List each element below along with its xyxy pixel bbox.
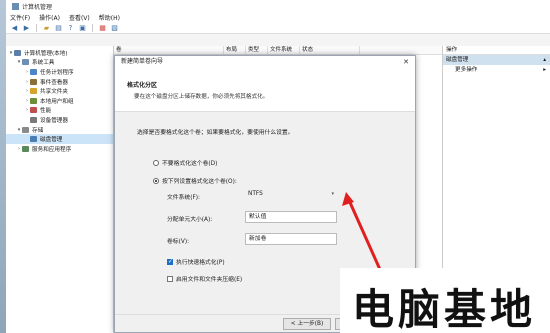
tree-node-icon: [30, 78, 37, 85]
window-title: 计算机管理: [22, 3, 53, 11]
wizard-heading: 格式化分区: [127, 82, 158, 89]
actions-section-label: 磁盘管理: [446, 57, 469, 63]
quick-format-check[interactable]: [167, 258, 173, 265]
column-status[interactable]: 状态: [300, 46, 360, 54]
help-icon[interactable]: ?: [66, 23, 75, 32]
compression-label: 启用文件和文件夹压缩(E): [176, 277, 243, 283]
toolbar-divider: [92, 23, 93, 32]
submenu-arrow-icon: ▸: [543, 67, 546, 73]
column-volume[interactable]: 卷: [114, 46, 224, 54]
arrow-shaft: [346, 197, 384, 275]
tree-item-label: 计算机管理(本地): [24, 50, 68, 57]
tree-node-icon: [22, 59, 29, 66]
tree-item[interactable]: ▾ 系统工具: [6, 58, 113, 68]
wizard-subheading: 要在这个磁盘分区上储存数据，你必须先将其格式化。: [134, 94, 269, 100]
tree-item[interactable]: ▾ 计算机管理(本地): [6, 48, 113, 58]
more-actions-label: 更多操作: [455, 67, 478, 73]
up-folder-icon[interactable]: ▰: [42, 23, 51, 32]
wizard-instruction: 选择是否要格式化这个卷；如果要格式化，要使用什么设置。: [137, 130, 294, 136]
filesystem-label: 文件系统(F):: [167, 195, 200, 201]
quick-format-label: 执行快速格式化(P): [176, 260, 225, 266]
actions-header: 操作: [443, 46, 550, 55]
tree-node-icon: [22, 145, 29, 152]
wizard-header: 格式化分区 要在这个磁盘分区上储存数据，你必须先将其格式化。: [115, 68, 415, 112]
tree-item[interactable]: › 任务计划程序: [6, 67, 113, 77]
toolbar: ◀ ▶ ▰ ▤ ? ▣ ▦ ▧: [6, 22, 550, 34]
tree-node-icon: [30, 116, 37, 123]
tree-item[interactable]: 设备管理器: [6, 115, 113, 125]
tree-item[interactable]: 磁盘管理: [6, 134, 113, 144]
show-hide-tree-icon[interactable]: ▤: [54, 23, 63, 32]
quick-format-checkbox[interactable]: 执行快速格式化(P): [167, 257, 225, 266]
tree-node-icon: [30, 107, 37, 114]
radio-no-format[interactable]: 不要格式化这个卷(D): [153, 158, 217, 167]
tree-item-label: 任务计划程序: [40, 69, 74, 76]
menu-action[interactable]: 操作(A): [39, 13, 60, 22]
back-button[interactable]: < 上一步(B): [283, 318, 331, 330]
radio-format-label: 按下列设置格式化这个卷(O):: [162, 179, 237, 185]
tree-item[interactable]: › 共享文件夹: [6, 86, 113, 96]
tree-item-label: 磁盘管理: [40, 137, 63, 144]
tree-item[interactable]: › 性能: [6, 106, 113, 116]
console-icon[interactable]: ▣: [78, 23, 87, 32]
volume-label-label: 卷标(V):: [167, 239, 190, 245]
tree-item[interactable]: › 本地用户和组: [6, 96, 113, 106]
actions-section-disk-management[interactable]: 磁盘管理 ▴: [443, 55, 550, 65]
tree-item-label: 性能: [40, 108, 52, 115]
column-layout[interactable]: 布局: [224, 46, 246, 54]
volume-label-value: 新加卷: [249, 236, 267, 242]
radio-format[interactable]: 按下列设置格式化这个卷(O):: [153, 176, 237, 185]
watermark-text: 电脑基地: [352, 285, 537, 333]
tree-item-label: 设备管理器: [40, 117, 68, 124]
more-actions-item[interactable]: 更多操作 ▸: [443, 65, 550, 75]
collapse-arrow-icon[interactable]: ▴: [543, 55, 546, 65]
menu-bar: 文件(F) 操作(A) 查看(V) 帮助(H): [6, 12, 550, 22]
allocation-unit-label: 分配单元大小(A):: [167, 217, 213, 223]
close-icon[interactable]: ✕: [403, 56, 409, 68]
properties-icon[interactable]: ▦: [98, 23, 107, 32]
tree-node-icon: [30, 97, 37, 104]
tree-node-icon: [30, 88, 37, 95]
radio-button-format[interactable]: [153, 177, 159, 184]
title-bar: 计算机管理: [6, 0, 550, 12]
wizard-title: 新建简单卷向导: [121, 58, 164, 65]
tree-node-icon: [14, 49, 21, 56]
back-arrow-icon[interactable]: ◀: [10, 23, 19, 32]
menu-file[interactable]: 文件(F): [10, 13, 30, 22]
tree-item-label: 存储: [32, 127, 44, 134]
tree-item[interactable]: ▾ 存储: [6, 125, 113, 135]
tree-item-label: 服务和应用程序: [32, 146, 72, 153]
radio-no-format-label: 不要格式化这个卷(D): [162, 161, 218, 167]
column-filesystem[interactable]: 文件系统: [268, 46, 300, 54]
annotation-arrow-icon: [342, 192, 384, 275]
tree-node-icon: [30, 68, 37, 75]
tree-item-label: 共享文件夹: [40, 89, 68, 96]
allocation-unit-value: 默认值: [249, 214, 267, 220]
compression-check[interactable]: [167, 275, 173, 282]
filesystem-value: NTFS: [248, 191, 263, 197]
tree-item-label: 事件查看器: [40, 79, 68, 86]
computer-management-icon: [12, 2, 19, 10]
radio-button-no-format[interactable]: [153, 159, 159, 166]
wizard-title-bar: 新建简单卷向导 ✕: [115, 56, 415, 68]
forward-arrow-icon[interactable]: ▶: [22, 23, 31, 32]
console-tree: ▾ 计算机管理(本地) ▾ 系统工具 › 任务计划程序 › 事件查看器 › 共享文件夹 › 本地用户和…: [6, 46, 114, 333]
menu-view[interactable]: 查看(V): [69, 13, 90, 22]
tree-item-label: 系统工具: [32, 60, 55, 67]
tree-item-label: 本地用户和组: [40, 98, 74, 105]
toolbar-divider: [36, 23, 37, 32]
column-headers: 卷 布局 类型 文件系统 状态: [114, 46, 442, 55]
tree-node-icon: [30, 136, 37, 143]
column-type[interactable]: 类型: [246, 46, 268, 54]
tree-item[interactable]: › 事件查看器: [6, 77, 113, 87]
menu-help[interactable]: 帮助(H): [99, 13, 120, 22]
tree-item[interactable]: › 服务和应用程序: [6, 144, 113, 154]
export-icon[interactable]: ▧: [110, 23, 119, 32]
compression-checkbox[interactable]: 启用文件和文件夹压缩(E): [167, 274, 242, 283]
tree-node-icon: [22, 126, 29, 133]
